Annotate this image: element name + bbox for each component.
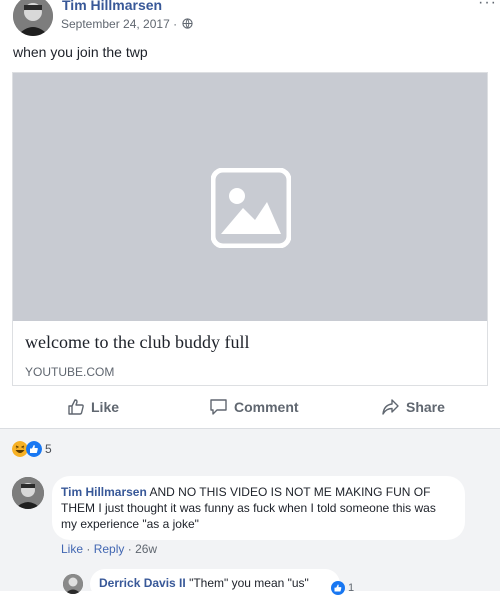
comment-button[interactable]: Comment: [209, 398, 299, 416]
reply-author-name[interactable]: Derrick Davis II: [99, 576, 186, 590]
like-reaction-icon: [26, 441, 42, 457]
comment-actions: Like · Reply · 26w: [61, 542, 158, 556]
share-icon: [382, 399, 399, 415]
comment-author-name[interactable]: Tim Hillmarsen: [61, 485, 147, 499]
link-title[interactable]: welcome to the club buddy full: [25, 332, 249, 353]
comments-section: 5 Tim Hillmarsen AND NO THIS VIDEO IS NO…: [0, 429, 500, 599]
reply-bubble: Derrick Davis II "Them" you mean "us": [90, 569, 340, 599]
comment-bubble: Tim Hillmarsen AND NO THIS VIDEO IS NOT …: [52, 476, 465, 540]
reply-author-avatar[interactable]: [63, 574, 83, 594]
post-header: Tim Hillmarsen September 24, 2017 · ···: [0, 0, 500, 40]
comment-label: Comment: [234, 399, 299, 415]
thumbs-up-icon: [68, 399, 84, 415]
like-label: Like: [91, 399, 120, 415]
comment-icon: [210, 399, 227, 415]
comment-age[interactable]: 26w: [135, 542, 157, 556]
link-preview-card[interactable]: welcome to the club buddy full YOUTUBE.C…: [12, 72, 488, 386]
share-label: Share: [406, 399, 445, 415]
globe-icon: [182, 18, 194, 29]
comment-reply-link[interactable]: Reply: [94, 542, 125, 556]
link-domain: YOUTUBE.COM: [25, 365, 115, 379]
more-options-button[interactable]: ···: [478, 0, 497, 12]
comment-like-link[interactable]: Like: [61, 542, 83, 556]
post-date-text[interactable]: September 24, 2017 ·: [61, 17, 177, 31]
image-placeholder-icon: [211, 168, 291, 248]
like-reaction-icon: [331, 581, 345, 595]
comment-author-avatar[interactable]: [12, 477, 44, 509]
post-action-bar: Like Comment Share: [0, 390, 500, 429]
post-date[interactable]: September 24, 2017 ·: [61, 17, 194, 31]
post-text: when you join the twp: [13, 44, 148, 60]
reaction-summary[interactable]: 5: [12, 441, 52, 457]
reply-reaction-badge[interactable]: 1: [331, 581, 354, 595]
post-author-name[interactable]: Tim Hillmarsen: [62, 0, 162, 13]
reaction-count[interactable]: 5: [45, 442, 52, 456]
reply-text: "Them" you mean "us": [189, 576, 309, 590]
link-preview-image[interactable]: [13, 73, 487, 321]
reply-reaction-count: 1: [348, 582, 355, 594]
share-button[interactable]: Share: [381, 398, 445, 416]
author-avatar[interactable]: [13, 0, 53, 36]
like-button[interactable]: Like: [67, 398, 119, 416]
